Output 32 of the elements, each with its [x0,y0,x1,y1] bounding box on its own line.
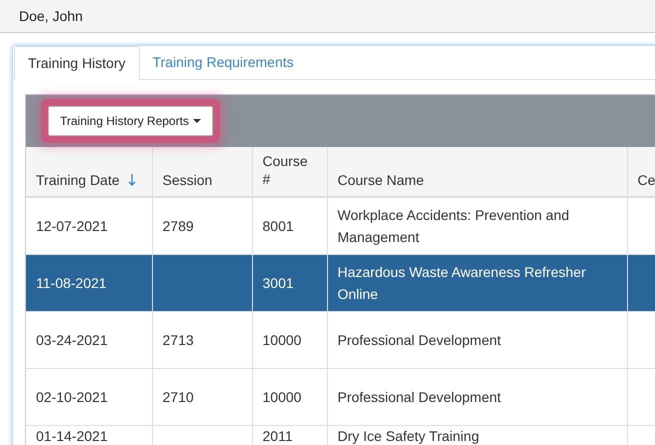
table-cell: 2710 [162,388,194,404]
column-header[interactable]: Course # [252,147,327,197]
table-row[interactable]: 02-10-2021 2710 10000 Professional Development [26,368,655,425]
user-name: Doe, John [19,8,83,24]
table-cell: Dry Ice Safety Training [338,428,480,444]
table-cell: Hazardous Waste Awareness Refresher Online [338,264,586,302]
table-cell: 2713 [162,332,194,348]
column-header[interactable]: Course Name [327,147,627,197]
tab[interactable]: Training Requirements [140,46,307,79]
table-cell: 11-08-2021 [36,274,107,290]
table-cell: Workplace Accidents: Prevention and Management [338,206,570,245]
column-header[interactable]: Ce [627,147,655,197]
table-cell: 01-14-2021 [36,428,108,444]
table-cell: 10000 [262,332,302,348]
table-cell: 2011 [262,428,293,444]
table-cell: Professional Development [338,388,501,404]
caret-icon [192,119,201,123]
table-row[interactable]: 12-07-2021 2789 8001 Workplace Accidents: Prevention and Management [26,197,655,254]
table-row[interactable]: 01-14-2021 2011 Dry Ice Safety Training [26,425,655,445]
table-row[interactable]: 03-24-2021 2713 10000 Professional Development [26,311,655,368]
table-cell: 10000 [262,388,302,404]
table-cell: 8001 [262,218,294,234]
table-cell: 2789 [162,218,194,234]
column-header[interactable]: Session [152,147,252,197]
table-cell: 12-07-2021 [36,218,108,234]
table-cell: Professional Development [338,332,501,348]
tab[interactable]: Training History [14,46,140,80]
table-cell: 03-24-2021 [36,332,108,348]
column-header[interactable]: Training Date [26,147,152,197]
table-cell: 02-10-2021 [36,388,108,404]
table-row[interactable]: 11-08-2021 3001 Hazardous Waste Awareness Refresher Online [26,254,655,311]
table-cell: 3001 [262,274,294,290]
